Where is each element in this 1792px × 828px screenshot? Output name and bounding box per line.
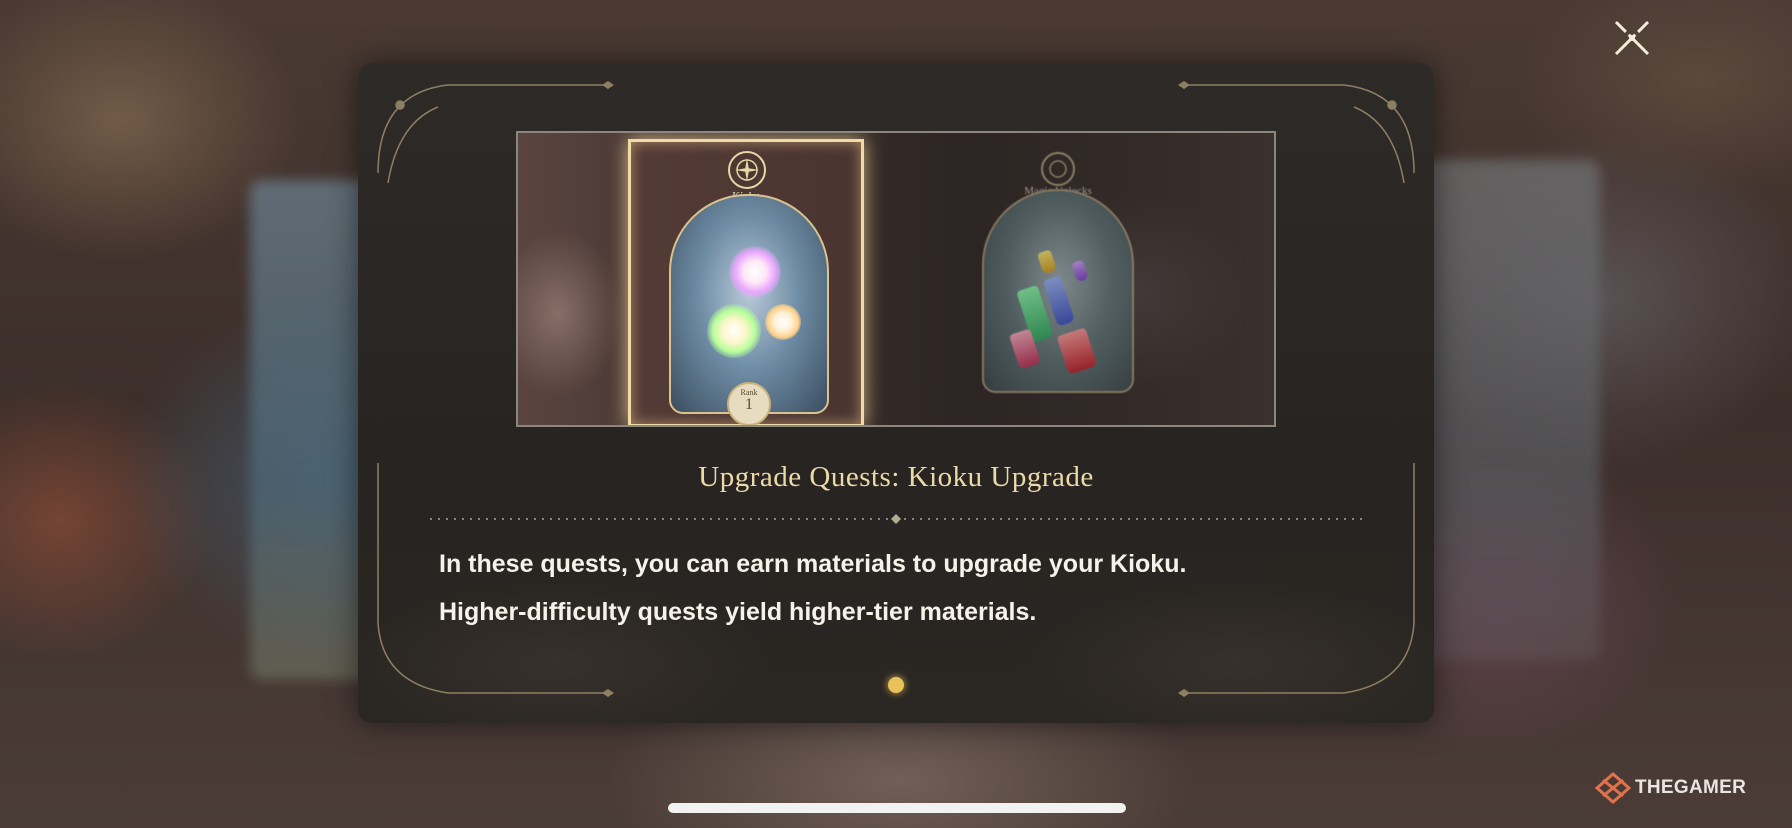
thegamer-logo-icon xyxy=(1595,772,1631,804)
background-blurred-card-right xyxy=(1410,160,1600,660)
rank-value: 1 xyxy=(745,396,753,413)
home-indicator[interactable] xyxy=(668,803,1126,813)
description-line: Higher-difficulty quests yield higher-ti… xyxy=(439,598,1037,626)
quest-title: Upgrade Quests: Kioku Upgrade xyxy=(698,461,1094,493)
quest-description: In these quests, you can earn materials … xyxy=(439,540,1339,636)
watermark: THEGAMER xyxy=(1595,772,1746,804)
dotted-divider xyxy=(430,514,1362,524)
crystal xyxy=(1036,249,1058,275)
card-art xyxy=(669,194,829,414)
close-x-icon xyxy=(1614,20,1650,56)
magic-unlocks-card: Magic Unlocks xyxy=(972,149,1144,411)
rank-badge: Rank 1 xyxy=(727,382,771,425)
tutorial-image: Kioku Rank 1 Magic Unlocks xyxy=(516,131,1276,427)
close-button[interactable] xyxy=(1610,16,1654,60)
ornate-emblem-icon xyxy=(1041,152,1075,186)
kioku-orb xyxy=(707,304,761,358)
ornate-emblem-icon xyxy=(728,151,766,189)
description-line: In these quests, you can earn materials … xyxy=(439,550,1187,578)
kioku-card: Kioku Rank 1 xyxy=(628,139,864,425)
pagination-dot-active[interactable] xyxy=(888,677,904,693)
tutorial-dialog: Kioku Rank 1 Magic Unlocks xyxy=(358,63,1434,723)
crystal xyxy=(1056,327,1098,375)
kioku-orb xyxy=(765,304,801,340)
card-art xyxy=(982,189,1134,393)
kioku-orb xyxy=(729,246,781,298)
crystal xyxy=(1071,259,1089,283)
watermark-text: THEGAMER xyxy=(1635,777,1747,798)
